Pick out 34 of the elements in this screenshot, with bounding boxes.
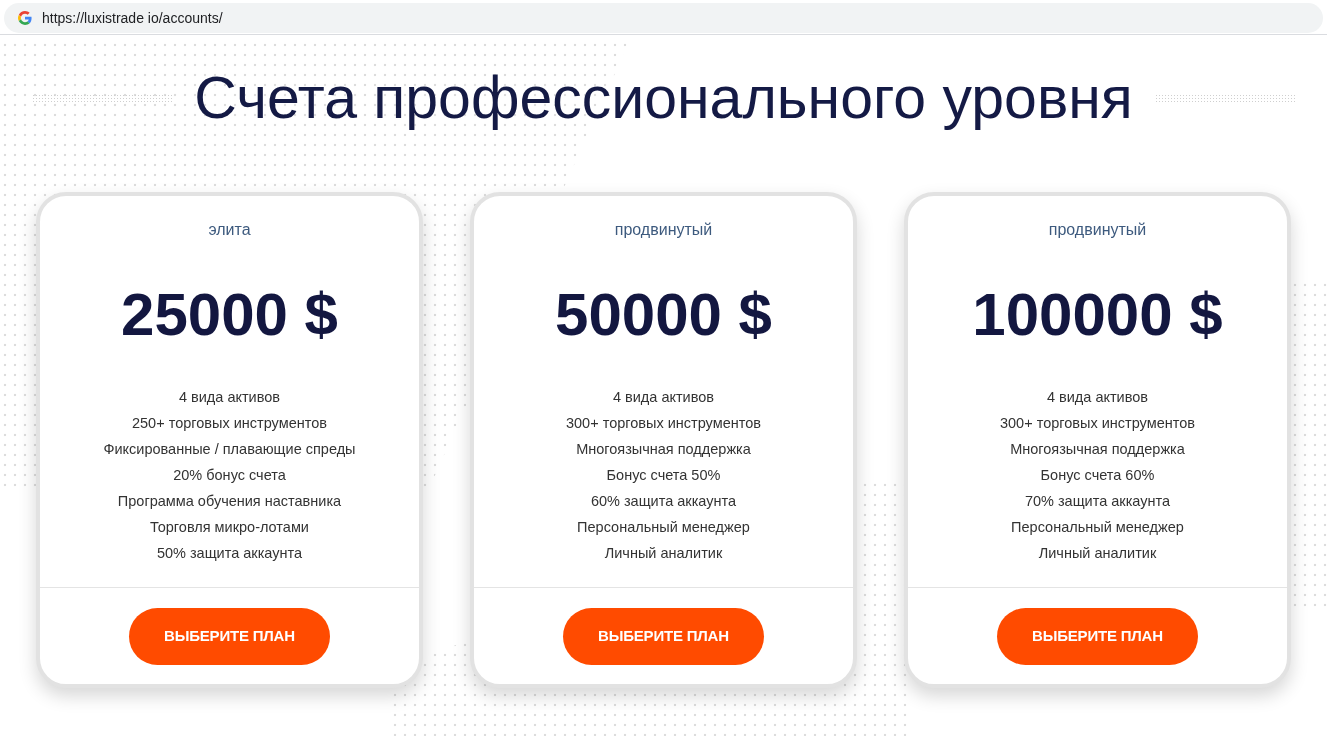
- page-title: Счета профессионального уровня: [194, 64, 1133, 133]
- feature-text: 70% защита аккаунта: [1024, 492, 1171, 511]
- plan-tier-label: продвинутый: [614, 220, 713, 240]
- feature-text: 300+ торговых инструментов: [566, 414, 761, 433]
- feature-text: 50% защита аккаунта: [156, 544, 303, 563]
- url-text: https://luxistrade io/accounts/: [42, 8, 223, 28]
- plan-price: 25000 $: [121, 280, 338, 350]
- g-logo-icon: [18, 11, 32, 25]
- plan-price: 100000 $: [972, 280, 1223, 350]
- feature-text: Личный аналитик: [604, 544, 723, 563]
- feature-text: Многоязычная поддержка: [1010, 440, 1185, 459]
- feature-text: 4 вида активов: [612, 388, 715, 407]
- choose-plan-button[interactable]: ВЫБЕРИТЕ ПЛАН: [997, 608, 1198, 665]
- feature-text: Многоязычная поддержка: [576, 440, 751, 459]
- feature-text: Фиксированные / плавающие спреды: [103, 440, 356, 459]
- feature-text: Личный аналитик: [1038, 544, 1157, 563]
- feature-text: Бонус счета 50%: [606, 466, 721, 485]
- feature-text: 20% бонус счета: [173, 466, 286, 485]
- plan-tier-label: продвинутый: [1048, 220, 1147, 240]
- feature-text: 250+ торговых инструментов: [132, 414, 327, 433]
- feature-text: Торговля микро-лотами: [150, 518, 309, 537]
- feature-text: Персональный менеджер: [577, 518, 750, 537]
- feature-text: Бонус счета 60%: [1040, 466, 1155, 485]
- feature-text: Персональный менеджер: [1011, 518, 1184, 537]
- feature-text: 300+ торговых инструментов: [1000, 414, 1195, 433]
- address-bar[interactable]: https://luxistrade io/accounts/: [4, 3, 1323, 33]
- plan-price: 50000 $: [555, 280, 772, 350]
- choose-plan-button[interactable]: ВЫБЕРИТЕ ПЛАН: [129, 608, 330, 665]
- choose-plan-button[interactable]: ВЫБЕРИТЕ ПЛАН: [563, 608, 764, 665]
- feature-text: 60% защита аккаунта: [590, 492, 737, 511]
- feature-text: 4 вида активов: [178, 388, 281, 407]
- feature-text: Программа обучения наставника: [117, 492, 342, 511]
- plan-tier-label: элита: [208, 220, 251, 240]
- feature-text: 4 вида активов: [1046, 388, 1149, 407]
